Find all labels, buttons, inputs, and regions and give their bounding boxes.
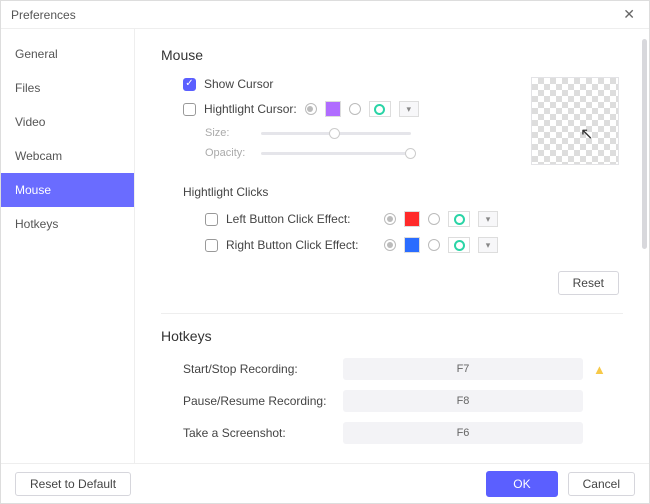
highlight-cursor-label: Hightlight Cursor: <box>204 102 297 116</box>
right-click-solid-swatch[interactable] <box>404 237 420 253</box>
left-click-ring-dropdown[interactable]: ▾ <box>478 211 498 227</box>
sidebar-item-webcam[interactable]: Webcam <box>1 139 134 173</box>
sidebar-item-hotkeys[interactable]: Hotkeys <box>1 207 134 241</box>
sidebar-item-general[interactable]: General <box>1 37 134 71</box>
mouse-section-title: Mouse <box>161 47 623 63</box>
sidebar-item-files[interactable]: Files <box>1 71 134 105</box>
left-click-solid-radio[interactable] <box>384 213 396 225</box>
highlight-ring-dropdown[interactable]: ▾ <box>399 101 419 117</box>
hotkey-screenshot-field[interactable]: F6 <box>343 422 583 444</box>
highlight-cursor-checkbox[interactable] <box>183 103 196 116</box>
right-click-solid-radio[interactable] <box>384 239 396 251</box>
hotkey-start-stop-field[interactable]: F7 <box>343 358 583 380</box>
opacity-slider[interactable] <box>261 152 411 155</box>
ok-button[interactable]: OK <box>486 471 557 497</box>
right-click-ring-dropdown[interactable]: ▾ <box>478 237 498 253</box>
sidebar: General Files Video Webcam Mouse Hotkeys <box>1 29 135 463</box>
cancel-button[interactable]: Cancel <box>568 472 635 496</box>
left-click-solid-swatch[interactable] <box>404 211 420 227</box>
reset-to-default-button[interactable]: Reset to Default <box>15 472 131 496</box>
warning-icon: ▲ <box>593 362 606 377</box>
window-title: Preferences <box>11 8 76 22</box>
reset-button[interactable]: Reset <box>558 271 619 295</box>
right-click-label: Right Button Click Effect: <box>226 238 376 252</box>
hotkey-screenshot-label: Take a Screenshot: <box>183 426 343 440</box>
left-click-ring-swatch[interactable] <box>448 211 470 227</box>
highlight-solid-radio[interactable] <box>305 103 317 115</box>
main-panel: Mouse ✓ Show Cursor Hightlight Cursor: <box>135 29 649 463</box>
titlebar: Preferences ✕ <box>1 1 649 29</box>
left-click-ring-radio[interactable] <box>428 213 440 225</box>
show-cursor-checkbox[interactable]: ✓ <box>183 78 196 91</box>
highlight-clicks-title: Hightlight Clicks <box>183 185 623 199</box>
preferences-window: Preferences ✕ General Files Video Webcam… <box>0 0 650 504</box>
hotkey-pause-resume-label: Pause/Resume Recording: <box>183 394 343 408</box>
show-cursor-label: Show Cursor <box>204 77 273 91</box>
right-click-checkbox[interactable] <box>205 239 218 252</box>
close-icon[interactable]: ✕ <box>619 4 639 25</box>
right-click-ring-swatch[interactable] <box>448 237 470 253</box>
highlight-ring-radio[interactable] <box>349 103 361 115</box>
highlight-solid-swatch[interactable] <box>325 101 341 117</box>
cursor-preview: ↖ <box>531 77 619 165</box>
footer: Reset to Default OK Cancel <box>1 463 649 503</box>
highlight-ring-swatch[interactable] <box>369 101 391 117</box>
cursor-icon: ↖ <box>580 124 593 144</box>
sidebar-item-video[interactable]: Video <box>1 105 134 139</box>
opacity-slider-thumb[interactable] <box>405 148 416 159</box>
section-divider <box>161 313 623 314</box>
right-click-ring-radio[interactable] <box>428 239 440 251</box>
size-slider[interactable] <box>261 132 411 135</box>
scrollbar-thumb[interactable] <box>642 39 647 249</box>
opacity-label: Opacity: <box>205 147 247 159</box>
hotkeys-section-title: Hotkeys <box>161 328 623 344</box>
size-slider-thumb[interactable] <box>329 128 340 139</box>
size-label: Size: <box>205 127 247 139</box>
left-click-label: Left Button Click Effect: <box>226 212 376 226</box>
sidebar-item-mouse[interactable]: Mouse <box>1 173 134 207</box>
hotkey-pause-resume-field[interactable]: F8 <box>343 390 583 412</box>
left-click-checkbox[interactable] <box>205 213 218 226</box>
hotkey-start-stop-label: Start/Stop Recording: <box>183 362 343 376</box>
